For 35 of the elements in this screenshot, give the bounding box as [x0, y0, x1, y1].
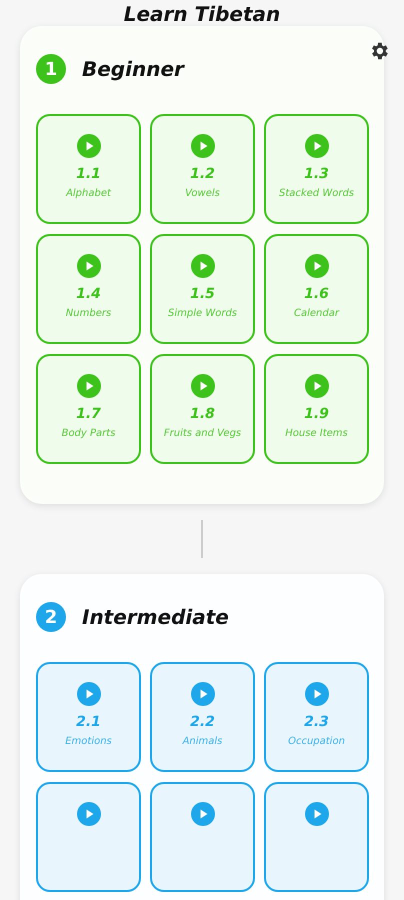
lesson-tile[interactable]	[150, 782, 255, 892]
play-icon	[76, 682, 100, 706]
lesson-tile[interactable]: 1.5 Simple Words	[150, 234, 255, 344]
play-icon	[190, 802, 214, 826]
play-icon	[76, 374, 100, 398]
lesson-tile[interactable]: 1.2 Vowels	[150, 114, 255, 224]
lesson-tile[interactable]: 1.9 House Items	[264, 354, 369, 464]
lesson-tile[interactable]: 1.3 Stacked Words	[264, 114, 369, 224]
lesson-tile[interactable]: 1.6 Calendar	[264, 234, 369, 344]
lesson-tile[interactable]: 2.2 Animals	[150, 662, 255, 772]
play-icon	[190, 374, 214, 398]
lesson-tile[interactable]	[36, 782, 141, 892]
level-number: 1	[36, 54, 66, 84]
lesson-tile[interactable]: 1.1 Alphabet	[36, 114, 141, 224]
lesson-tile[interactable]: 1.4 Numbers	[36, 234, 141, 344]
level-title: Beginner	[82, 57, 184, 81]
play-icon	[190, 254, 214, 278]
level-number: 2	[36, 602, 66, 632]
play-icon	[304, 682, 328, 706]
lesson-tile[interactable]: 1.8 Fruits and Vegs	[150, 354, 255, 464]
lesson-tile[interactable]: 2.3 Occupation	[264, 662, 369, 772]
play-icon	[304, 374, 328, 398]
lesson-tile[interactable]	[264, 782, 369, 892]
play-icon	[304, 134, 328, 158]
app-title: Learn Tibetan	[124, 2, 280, 26]
play-icon	[190, 134, 214, 158]
level-title: Intermediate	[82, 605, 229, 629]
play-icon	[76, 254, 100, 278]
play-icon	[304, 254, 328, 278]
play-icon	[76, 134, 100, 158]
lesson-tile[interactable]: 2.1 Emotions	[36, 662, 141, 772]
play-icon	[190, 682, 214, 706]
play-icon	[304, 802, 328, 826]
play-icon	[76, 802, 100, 826]
lesson-tile[interactable]: 1.7 Body Parts	[36, 354, 141, 464]
